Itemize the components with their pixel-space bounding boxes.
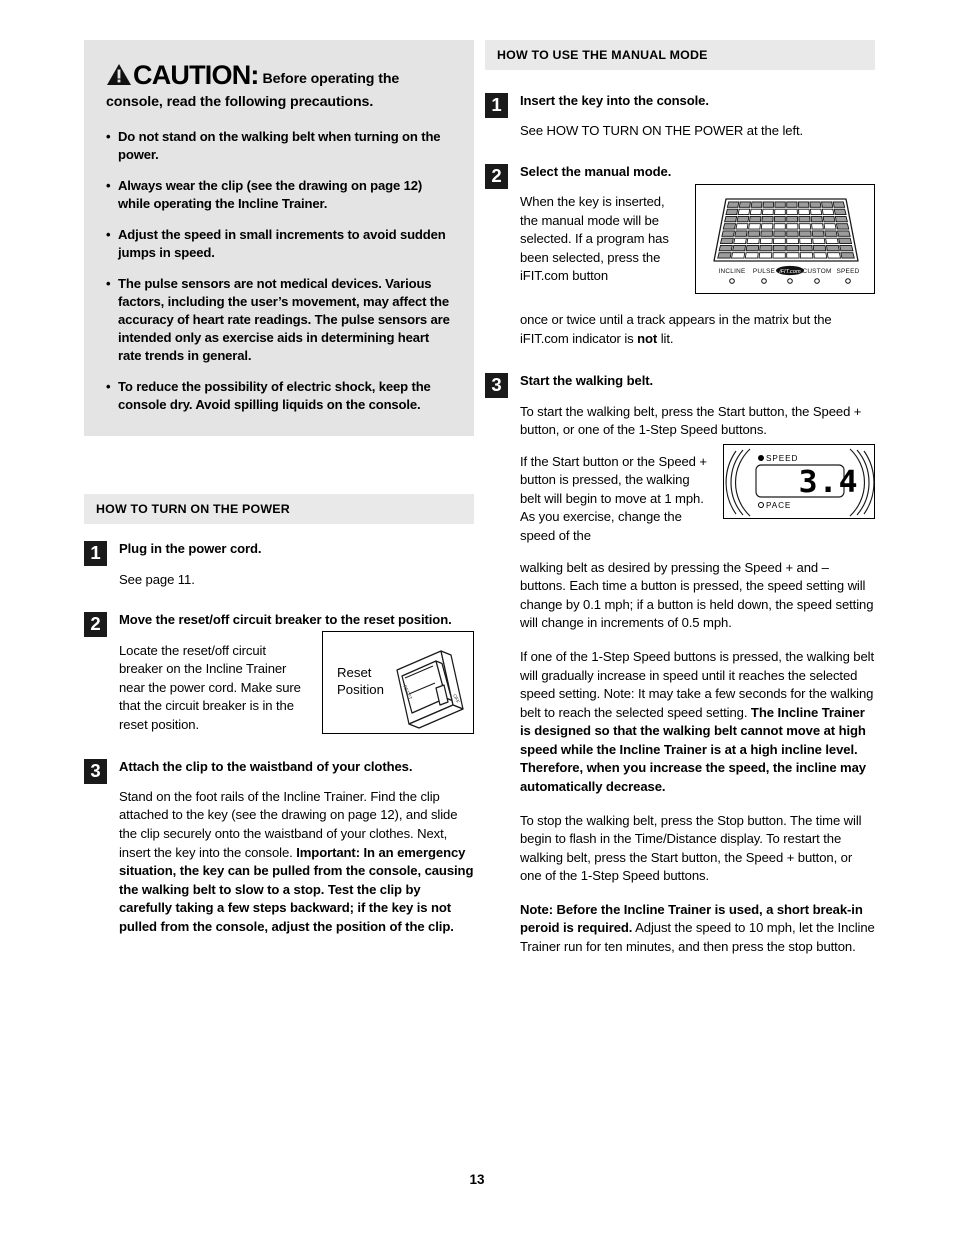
caution-bullet: Adjust the speed in small increments to …	[106, 226, 452, 262]
speed-indicator-label: SPEED	[758, 454, 798, 463]
caution-bullet: Do not stand on the walking belt when tu…	[106, 128, 452, 164]
matrix-label-incline: INCLINE	[719, 268, 746, 275]
step-title: Select the manual mode.	[520, 163, 672, 179]
matrix-label-custom: CUSTOM	[802, 268, 831, 275]
caution-heading: CAUTION: Before operating the console, r…	[106, 58, 452, 112]
step-body-continued: once or twice until a track appears in t…	[520, 311, 875, 348]
caution-box: CAUTION: Before operating the console, r…	[84, 40, 474, 437]
body-plain-a: once or twice until a track appears in t…	[520, 312, 832, 346]
step-title: Attach the clip to the waistband of your…	[119, 758, 413, 774]
svg-text:iFIT.com: iFIT.com	[779, 269, 801, 275]
pace-indicator-label: PACE	[758, 501, 791, 510]
section-header-manual: HOW TO USE THE MANUAL MODE	[485, 40, 875, 70]
speed-value-readout: 3.4	[798, 464, 859, 500]
caution-word: CAUTION:	[133, 60, 259, 90]
page-number: 13	[469, 1172, 485, 1187]
caution-bullet: Always wear the clip (see the drawing on…	[106, 177, 452, 213]
step-number-badge: 3	[485, 373, 508, 399]
step-number-badge: 2	[84, 612, 107, 638]
caution-bullet: To reduce the possibility of electric sh…	[106, 378, 452, 414]
ifit-logo-icon: iFIT.com	[776, 266, 804, 276]
warning-triangle-icon	[106, 63, 132, 86]
right-column: HOW TO USE THE MANUAL MODE 1 Insert the …	[485, 40, 875, 957]
step-body: See HOW TO TURN ON THE POWER at the left…	[520, 123, 804, 139]
manual-step-2: 2 Select the manual mode. INCLINE PULSE …	[485, 163, 875, 348]
caution-lead-line2: console, read the following precautions.	[106, 94, 374, 111]
reset-label-line2: Position	[337, 682, 384, 698]
pace-indicator-dot	[758, 501, 764, 508]
left-column: CAUTION: Before operating the console, r…	[84, 40, 474, 936]
step-number-badge: 2	[485, 163, 508, 189]
manual-step-1: 1 Insert the key into the console. See H…	[485, 92, 875, 141]
step-title: Insert the key into the console.	[520, 93, 709, 108]
matrix-label-pulse: PULSE	[753, 268, 775, 275]
speed-display-figure: SPEED PACE 3.4	[723, 443, 875, 519]
reset-label-line1: Reset	[337, 664, 372, 680]
section-header-power: HOW TO TURN ON THE POWER	[84, 494, 474, 525]
step-title: Plug in the power cord.	[119, 541, 262, 557]
matrix-display-figure: INCLINE PULSE CUSTOM SPEED iFIT.com	[695, 184, 875, 295]
step-body-para3: If one of the 1-Step Speed buttons is pr…	[520, 648, 875, 797]
step-title: Start the walking belt.	[520, 373, 654, 389]
step-body-para1: To start the walking belt, press the Sta…	[520, 403, 862, 438]
step-body-para4: To stop the walking belt, press the Stop…	[520, 812, 862, 884]
caution-lead-line1: Before operating the	[262, 71, 400, 87]
speed-indicator-dot	[758, 454, 764, 461]
power-step-2: 2 Move the reset/off circuit breaker to …	[84, 611, 474, 737]
step-body: Stand on the foot rails of the Incline T…	[119, 788, 474, 937]
body-emphasis-not: not	[637, 330, 658, 346]
body-plain-b: lit.	[657, 330, 674, 346]
power-step-3: 3 Attach the clip to the waistband of yo…	[84, 758, 474, 937]
reset-position-figure: Reset Position RESET OFF	[322, 630, 474, 734]
step-body-para5: Note: Before the Incline Trainer is used…	[520, 901, 875, 957]
step-body: See page 11.	[119, 571, 195, 587]
step-number-badge: 3	[84, 758, 107, 784]
console-matrix-drawing: INCLINE PULSE CUSTOM SPEED iFIT.com	[713, 198, 860, 284]
manual-step-3: 3 Start the walking belt. To start the w…	[485, 372, 875, 956]
caution-bullet-list: Do not stand on the walking belt when tu…	[106, 128, 452, 415]
manual-page: CAUTION: Before operating the console, r…	[0, 0, 954, 1235]
reset-position-label: Reset Position	[337, 664, 384, 699]
step-body-para2-continued: walking belt as desired by pressing the …	[520, 559, 874, 631]
step-number-badge: 1	[84, 541, 107, 567]
caution-bullet: The pulse sensors are not medical device…	[106, 275, 452, 365]
step-number-badge: 1	[485, 93, 508, 118]
matrix-label-speed: SPEED	[837, 268, 860, 275]
step-title: Move the reset/off circuit breaker to th…	[119, 612, 452, 628]
power-step-1: 1 Plug in the power cord. See page 11.	[84, 540, 474, 589]
